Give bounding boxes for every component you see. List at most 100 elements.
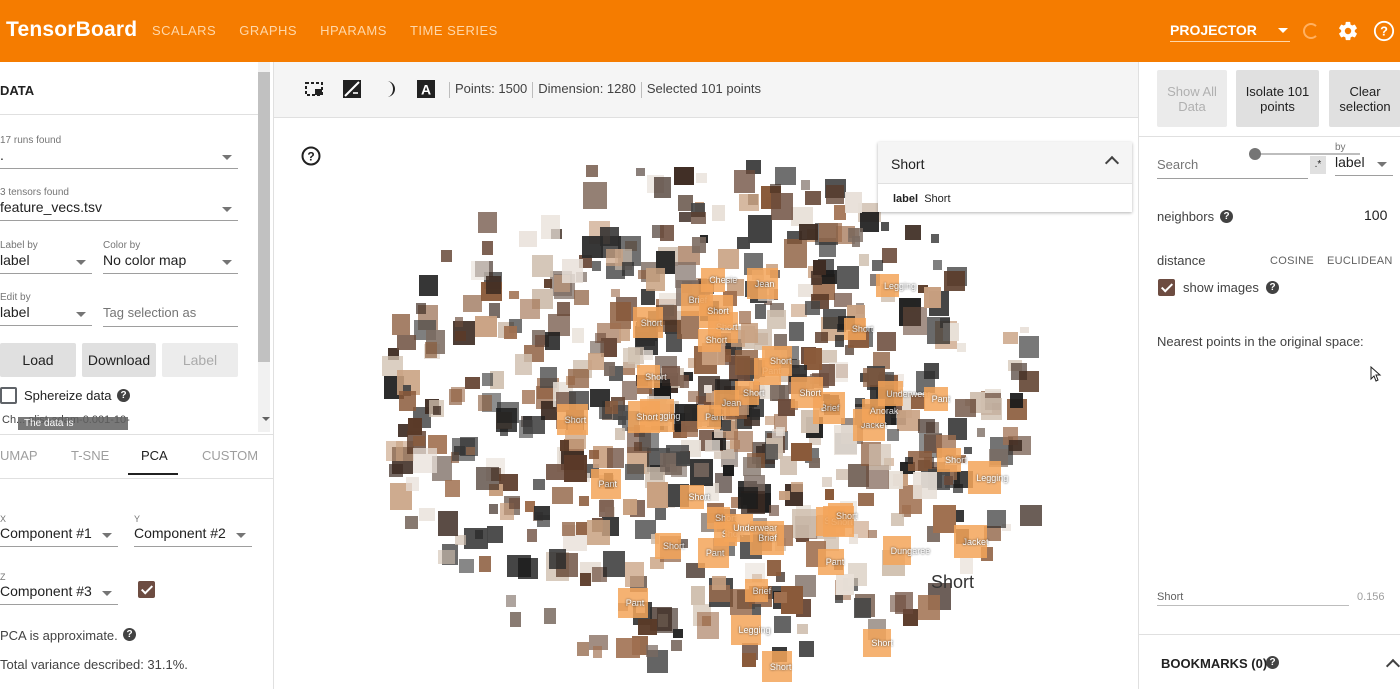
data-point[interactable] — [517, 557, 539, 579]
data-point[interactable] — [611, 288, 621, 297]
moon-icon[interactable] — [379, 79, 399, 99]
clear-selection-button[interactable]: Clear selection — [1329, 70, 1400, 127]
data-point[interactable] — [388, 464, 404, 478]
data-point[interactable] — [804, 348, 822, 370]
data-point[interactable] — [821, 477, 833, 487]
data-point[interactable] — [391, 314, 411, 335]
data-point[interactable] — [485, 276, 502, 295]
data-point[interactable] — [783, 238, 807, 268]
tab-time-series[interactable]: TIME SERIES — [410, 23, 498, 38]
data-point[interactable] — [799, 223, 818, 240]
data-point[interactable] — [955, 399, 977, 417]
data-point[interactable] — [804, 300, 820, 315]
data-point[interactable] — [912, 472, 937, 500]
gear-icon[interactable] — [1337, 20, 1359, 42]
help-icon[interactable]: ? — [1266, 281, 1279, 294]
data-point[interactable] — [398, 390, 416, 412]
data-point[interactable] — [766, 559, 782, 577]
data-point[interactable] — [592, 260, 601, 271]
data-point[interactable] — [504, 326, 517, 340]
data-point[interactable] — [544, 608, 557, 624]
neighbors-slider-knob[interactable] — [1249, 148, 1261, 160]
selected-data-point[interactable]: Short — [680, 484, 710, 509]
neighbors-value[interactable]: 100 — [1364, 207, 1400, 223]
data-point[interactable] — [424, 342, 438, 358]
data-point[interactable] — [481, 240, 493, 256]
data-point[interactable] — [834, 335, 845, 348]
data-point[interactable] — [579, 496, 589, 507]
data-point[interactable] — [534, 506, 550, 520]
selected-data-point[interactable]: Short — [699, 294, 733, 328]
data-point[interactable] — [478, 394, 492, 412]
data-point[interactable] — [704, 385, 713, 393]
data-point[interactable] — [877, 331, 896, 352]
scrollbar-thumb[interactable] — [258, 72, 270, 362]
data-point[interactable] — [489, 503, 498, 514]
neighbors-slider-track[interactable] — [1256, 153, 1360, 155]
data-point[interactable] — [774, 615, 792, 634]
data-point[interactable] — [872, 259, 884, 272]
data-point[interactable] — [583, 182, 607, 209]
data-point[interactable] — [1020, 504, 1042, 527]
data-point[interactable] — [887, 470, 904, 489]
data-point[interactable] — [835, 469, 849, 480]
data-point[interactable] — [564, 454, 588, 482]
data-point[interactable] — [586, 520, 610, 546]
tab-custom[interactable]: CUSTOM — [202, 448, 258, 463]
selected-data-point[interactable]: Dungaree — [882, 536, 930, 566]
data-point[interactable] — [445, 480, 461, 497]
data-point[interactable] — [918, 595, 940, 620]
selected-data-point[interactable]: Legging — [968, 461, 1008, 495]
data-point[interactable] — [567, 368, 589, 388]
data-point[interactable] — [917, 418, 935, 433]
data-point[interactable] — [592, 645, 602, 658]
data-point[interactable] — [589, 450, 600, 459]
selected-data-point[interactable]: Short — [637, 365, 667, 389]
night-mode-icon[interactable] — [342, 79, 362, 99]
data-point[interactable] — [711, 575, 727, 591]
data-point[interactable] — [522, 390, 535, 404]
data-point[interactable] — [418, 275, 439, 297]
data-point[interactable] — [890, 513, 904, 526]
data-point[interactable] — [738, 310, 751, 325]
data-point[interactable] — [679, 375, 690, 388]
data-point[interactable] — [880, 221, 890, 231]
data-point[interactable] — [573, 290, 589, 306]
y-component-select[interactable]: Component #2 — [134, 525, 252, 547]
data-point[interactable] — [858, 493, 874, 506]
load-button[interactable]: Load — [0, 343, 76, 377]
data-point[interactable] — [605, 248, 624, 266]
data-point[interactable] — [690, 586, 706, 605]
data-point[interactable] — [718, 249, 740, 269]
isolate-points-button[interactable]: Isolate 101 points — [1236, 70, 1319, 127]
data-point[interactable] — [437, 510, 459, 536]
selected-data-point[interactable]: Anorak — [861, 399, 898, 423]
selected-data-point[interactable]: Chesie — [701, 268, 737, 292]
data-point[interactable] — [654, 507, 666, 520]
label-button[interactable]: Label — [162, 343, 238, 377]
data-point[interactable] — [602, 551, 626, 578]
data-point[interactable] — [587, 353, 605, 370]
data-point[interactable] — [769, 184, 781, 193]
tag-selection-input[interactable]: Tag selection as — [103, 305, 238, 327]
data-point[interactable] — [581, 236, 603, 259]
selected-data-point[interactable]: Underwear — [725, 513, 777, 542]
data-point[interactable] — [637, 270, 647, 279]
help-icon[interactable]: ? — [1266, 656, 1279, 669]
data-point[interactable] — [454, 534, 466, 546]
data-point[interactable] — [674, 167, 694, 185]
data-point[interactable] — [385, 441, 403, 462]
data-point[interactable] — [1020, 326, 1029, 334]
selected-data-point[interactable]: Short — [655, 532, 685, 560]
data-point[interactable] — [646, 268, 665, 292]
data-point[interactable] — [562, 259, 584, 283]
data-point[interactable] — [459, 558, 475, 574]
selected-data-point[interactable]: Pant — [923, 387, 950, 412]
data-point[interactable] — [733, 170, 756, 193]
data-point[interactable] — [408, 418, 423, 435]
data-point[interactable] — [711, 204, 725, 221]
labels-toggle-icon[interactable]: A — [416, 79, 436, 99]
data-point[interactable] — [605, 400, 619, 415]
selected-data-point[interactable]: Short — [863, 629, 893, 658]
data-point[interactable] — [543, 278, 553, 288]
